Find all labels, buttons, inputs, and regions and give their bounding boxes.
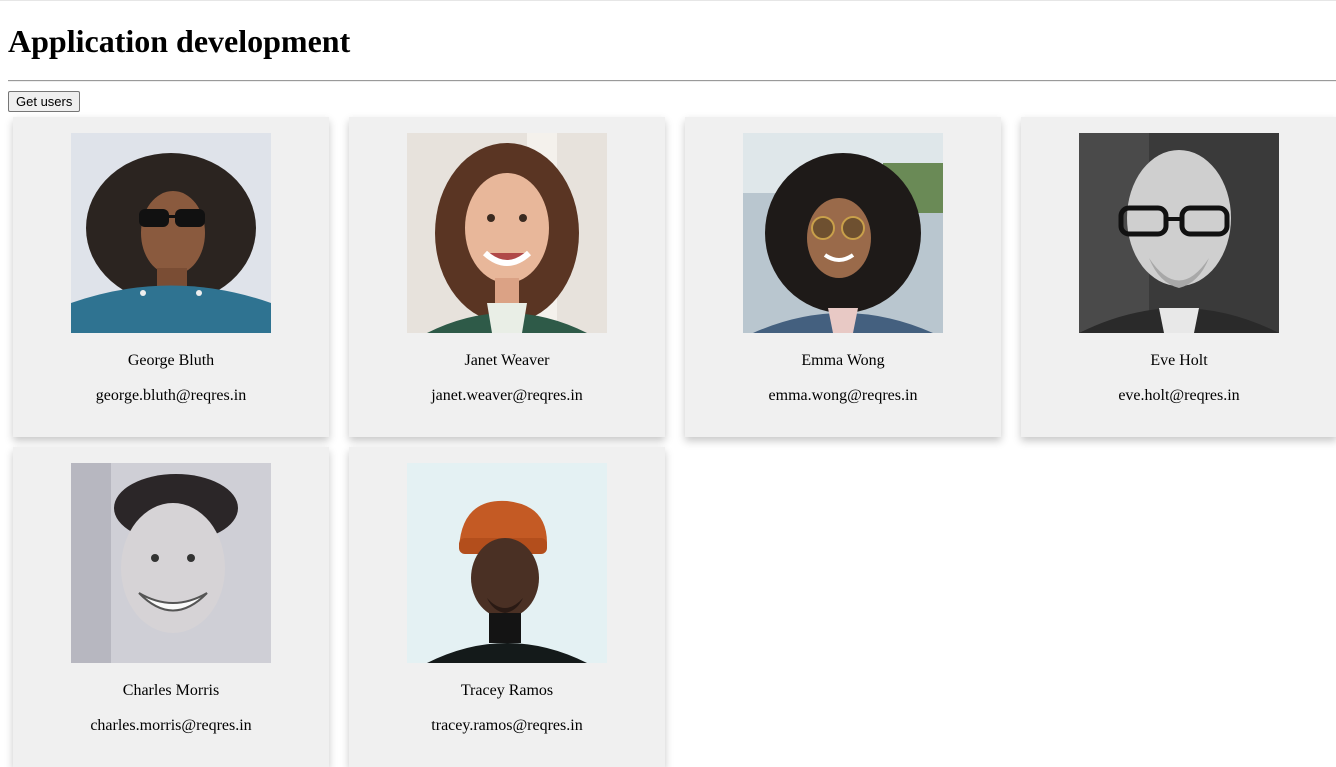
user-email: george.bluth@reqres.in	[95, 387, 247, 404]
user-email: emma.wong@reqres.in	[768, 387, 918, 404]
avatar-janet-icon	[407, 133, 607, 333]
user-name: Tracey Ramos	[460, 682, 554, 699]
top-border	[0, 0, 1336, 1]
avatar	[71, 133, 271, 333]
avatar	[407, 463, 607, 663]
user-name: Emma Wong	[801, 352, 885, 369]
user-card: Tracey Ramos tracey.ramos@reqres.in	[349, 447, 665, 767]
user-email: eve.holt@reqres.in	[1118, 387, 1240, 404]
page-title: Application development	[8, 23, 351, 59]
avatar-george-icon	[71, 133, 271, 333]
user-card: George Bluth george.bluth@reqres.in	[13, 117, 329, 437]
user-name: Eve Holt	[1150, 352, 1208, 369]
avatar-charles-icon	[71, 463, 271, 663]
get-users-button[interactable]: Get users	[8, 91, 81, 112]
user-name: Janet Weaver	[464, 352, 550, 369]
user-card: Janet Weaver janet.weaver@reqres.in	[349, 117, 665, 437]
avatar	[71, 463, 271, 663]
user-name: George Bluth	[127, 352, 215, 369]
divider	[8, 80, 1336, 82]
user-card: Eve Holt eve.holt@reqres.in	[1021, 117, 1336, 437]
user-email: charles.morris@reqres.in	[90, 717, 252, 734]
avatar	[407, 133, 607, 333]
user-card: Charles Morris charles.morris@reqres.in	[13, 447, 329, 767]
avatar	[1079, 133, 1279, 333]
user-card: Emma Wong emma.wong@reqres.in	[685, 117, 1001, 437]
user-email: janet.weaver@reqres.in	[431, 387, 583, 404]
user-email: tracey.ramos@reqres.in	[431, 717, 583, 734]
avatar-eve-icon	[1079, 133, 1279, 333]
avatar-tracey-icon	[407, 463, 607, 663]
avatar-emma-icon	[743, 133, 943, 333]
avatar	[743, 133, 943, 333]
user-name: Charles Morris	[122, 682, 220, 699]
